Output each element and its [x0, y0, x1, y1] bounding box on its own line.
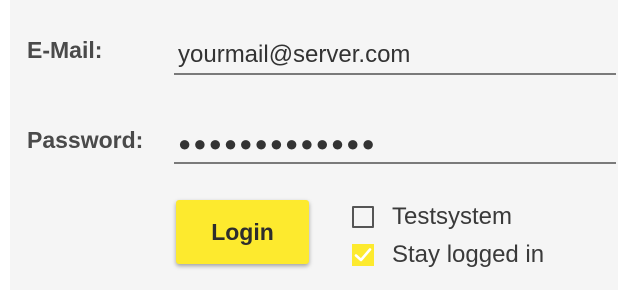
email-label: E-Mail: — [27, 37, 103, 63]
testsystem-label[interactable]: Testsystem — [392, 203, 512, 231]
password-label: Password: — [27, 127, 144, 153]
stay-logged-in-label[interactable]: Stay logged in — [392, 241, 544, 269]
login-button[interactable]: Login — [176, 200, 309, 264]
email-field[interactable] — [174, 37, 616, 75]
stay-logged-in-option[interactable]: Stay logged in — [352, 240, 544, 270]
checkmark-icon — [354, 248, 372, 262]
testsystem-option[interactable]: Testsystem — [352, 202, 512, 232]
stay-logged-in-checkbox[interactable] — [352, 244, 374, 266]
password-field[interactable]: ●●●●●●●●●●●●● — [174, 124, 616, 164]
testsystem-checkbox[interactable] — [352, 206, 374, 228]
